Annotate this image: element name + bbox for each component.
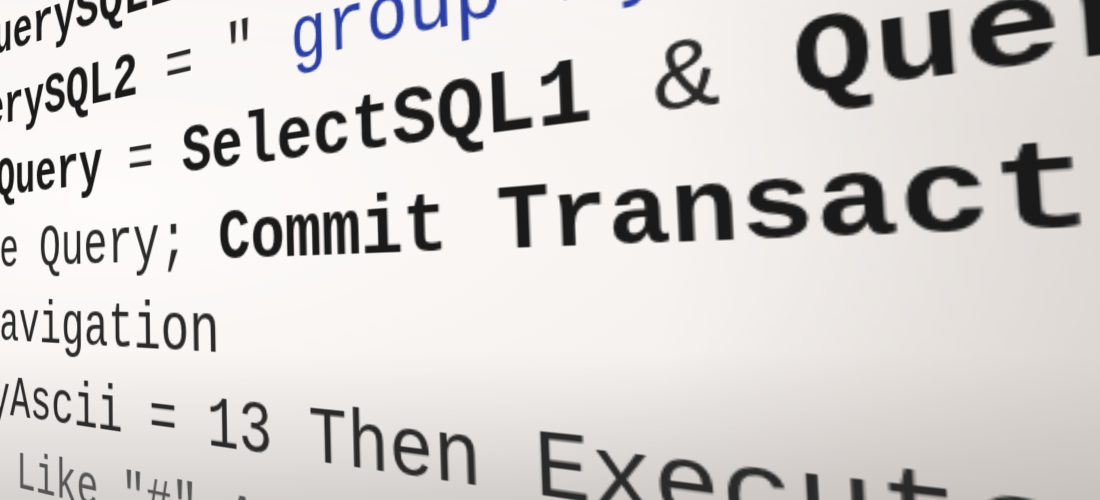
section-heading: Form Navigation xyxy=(0,294,220,374)
operator: = xyxy=(127,117,182,198)
operator: & xyxy=(651,4,797,141)
code-photograph: ...se provider, username=dbuser;Passw ..… xyxy=(0,0,1100,500)
variable-ref: QuerySQL1 xyxy=(790,0,1100,126)
statement: Execute Query; xyxy=(0,202,219,286)
